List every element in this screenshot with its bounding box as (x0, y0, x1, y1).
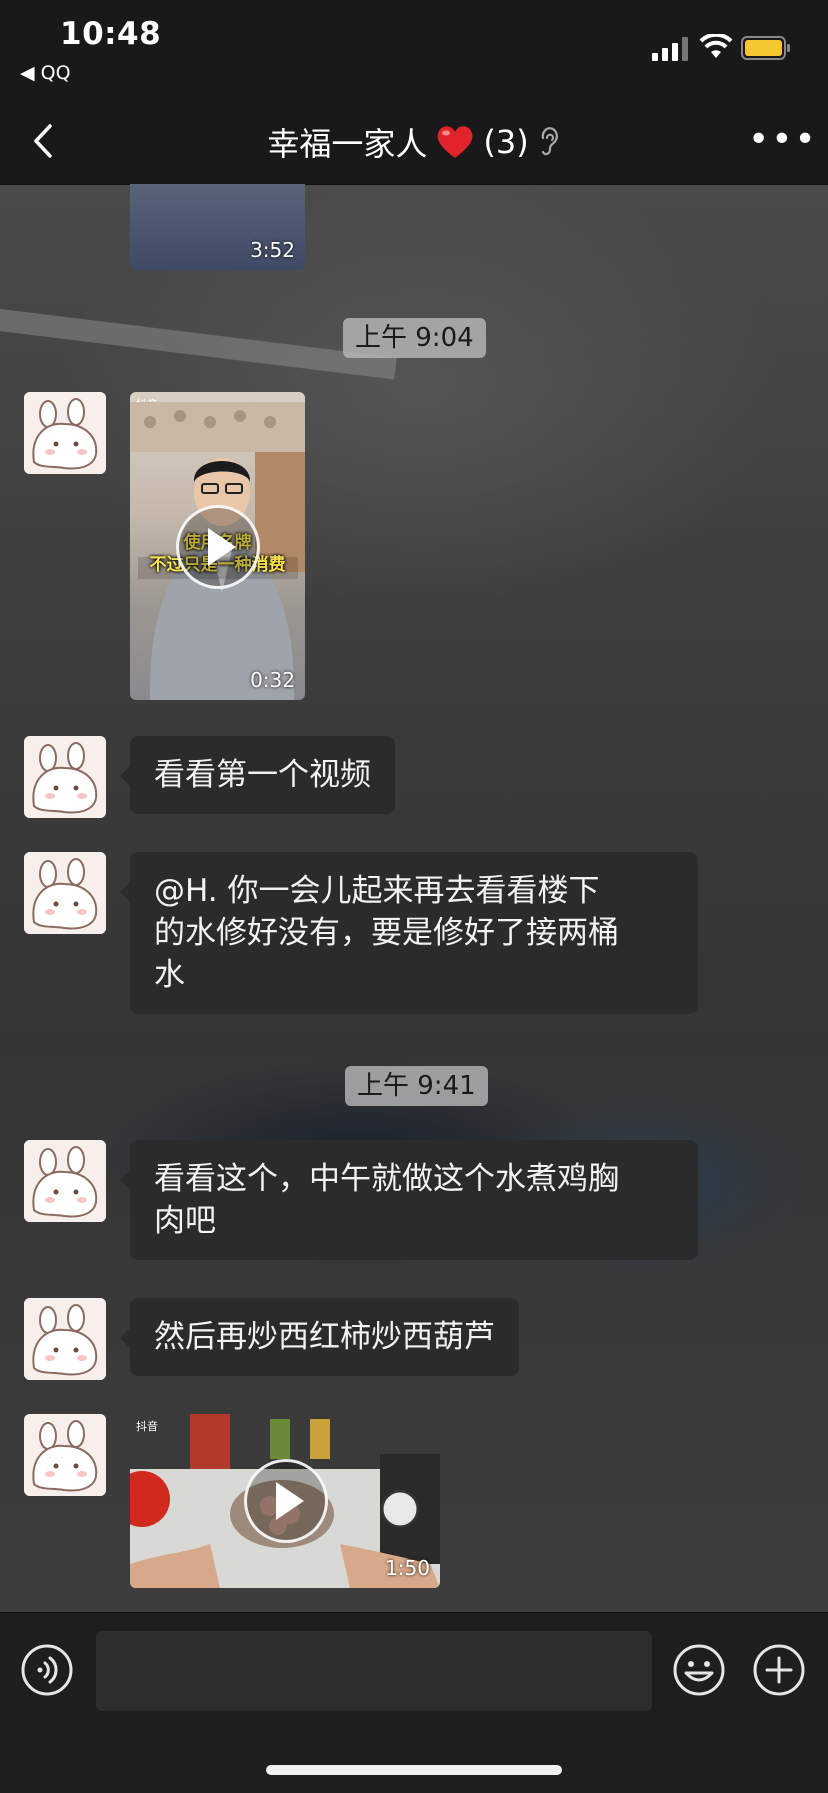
bunny-avatar-icon (24, 852, 106, 934)
message-text-line: 水 (154, 957, 185, 993)
message-bubble[interactable]: 看看第一个视频 (120, 736, 395, 814)
battery-icon (741, 36, 790, 60)
status-bar: 10:48 ◀ QQ (0, 0, 828, 100)
emoji-icon[interactable] (672, 1643, 726, 1697)
avatar[interactable] (24, 392, 106, 474)
home-indicator (266, 1765, 562, 1775)
message-text-line: 肉吧 (154, 1203, 216, 1239)
video-duration: 1:50 (385, 1556, 430, 1580)
bunny-avatar-icon (24, 392, 106, 474)
video-message[interactable]: 抖音 1:50 (130, 1414, 440, 1588)
bunny-avatar-icon (24, 1298, 106, 1380)
bunny-avatar-icon (24, 1414, 106, 1496)
message-bubble[interactable]: @H. 你一会儿起来再去看看楼下 的水修好没有，要是修好了接两桶 水 (120, 852, 698, 1014)
video-message[interactable]: 3:52 (130, 184, 305, 270)
timestamp: 上午 9:04 (343, 318, 486, 358)
voice-input-icon[interactable] (20, 1643, 74, 1697)
chat-title[interactable]: 幸福一家人 (3) (0, 100, 828, 184)
more-options-button[interactable]: ••• (748, 120, 816, 160)
avatar[interactable] (24, 736, 106, 818)
earpiece-mode-icon (541, 127, 558, 156)
avatar[interactable] (24, 852, 106, 934)
message-text: 然后再炒西红柿炒西葫芦 (154, 1319, 495, 1355)
input-toolbar (0, 1612, 828, 1793)
group-name: 幸福一家人 (267, 125, 428, 163)
heart-icon (437, 126, 473, 158)
member-count: (3) (483, 123, 529, 161)
timestamp: 上午 9:41 (345, 1066, 488, 1106)
message-text-line: @H. 你一会儿起来再去看看楼下 (154, 873, 600, 909)
plus-icon[interactable] (752, 1643, 806, 1697)
message-bubble[interactable]: 看看这个，中午就做这个水煮鸡胸 肉吧 (120, 1140, 698, 1260)
video-duration: 0:32 (250, 668, 295, 692)
back-to-app-link[interactable]: ◀ QQ (20, 62, 71, 84)
bunny-avatar-icon (24, 1140, 106, 1222)
wifi-icon (699, 34, 733, 58)
avatar[interactable] (24, 1140, 106, 1222)
video-duration: 3:52 (250, 238, 295, 262)
cellular-signal-icon (652, 37, 688, 61)
message-text-line: 的水修好没有，要是修好了接两桶 (154, 915, 619, 951)
message-input[interactable] (96, 1631, 652, 1711)
play-icon[interactable] (244, 1459, 328, 1543)
bunny-avatar-icon (24, 736, 106, 818)
message-text: 看看第一个视频 (154, 757, 371, 793)
play-icon[interactable] (176, 505, 260, 589)
avatar[interactable] (24, 1298, 106, 1380)
douyin-badge: 抖音 (136, 1420, 158, 1433)
clock: 10:48 (60, 16, 162, 52)
avatar[interactable] (24, 1414, 106, 1496)
message-bubble[interactable]: 然后再炒西红柿炒西葫芦 (120, 1298, 519, 1376)
chat-header: 幸福一家人 (3) ••• (0, 100, 828, 185)
message-text-line: 看看这个，中午就做这个水煮鸡胸 (154, 1161, 619, 1197)
video-message[interactable]: 抖音 使用名牌 不过只是一种消费 0:32 (130, 392, 305, 700)
